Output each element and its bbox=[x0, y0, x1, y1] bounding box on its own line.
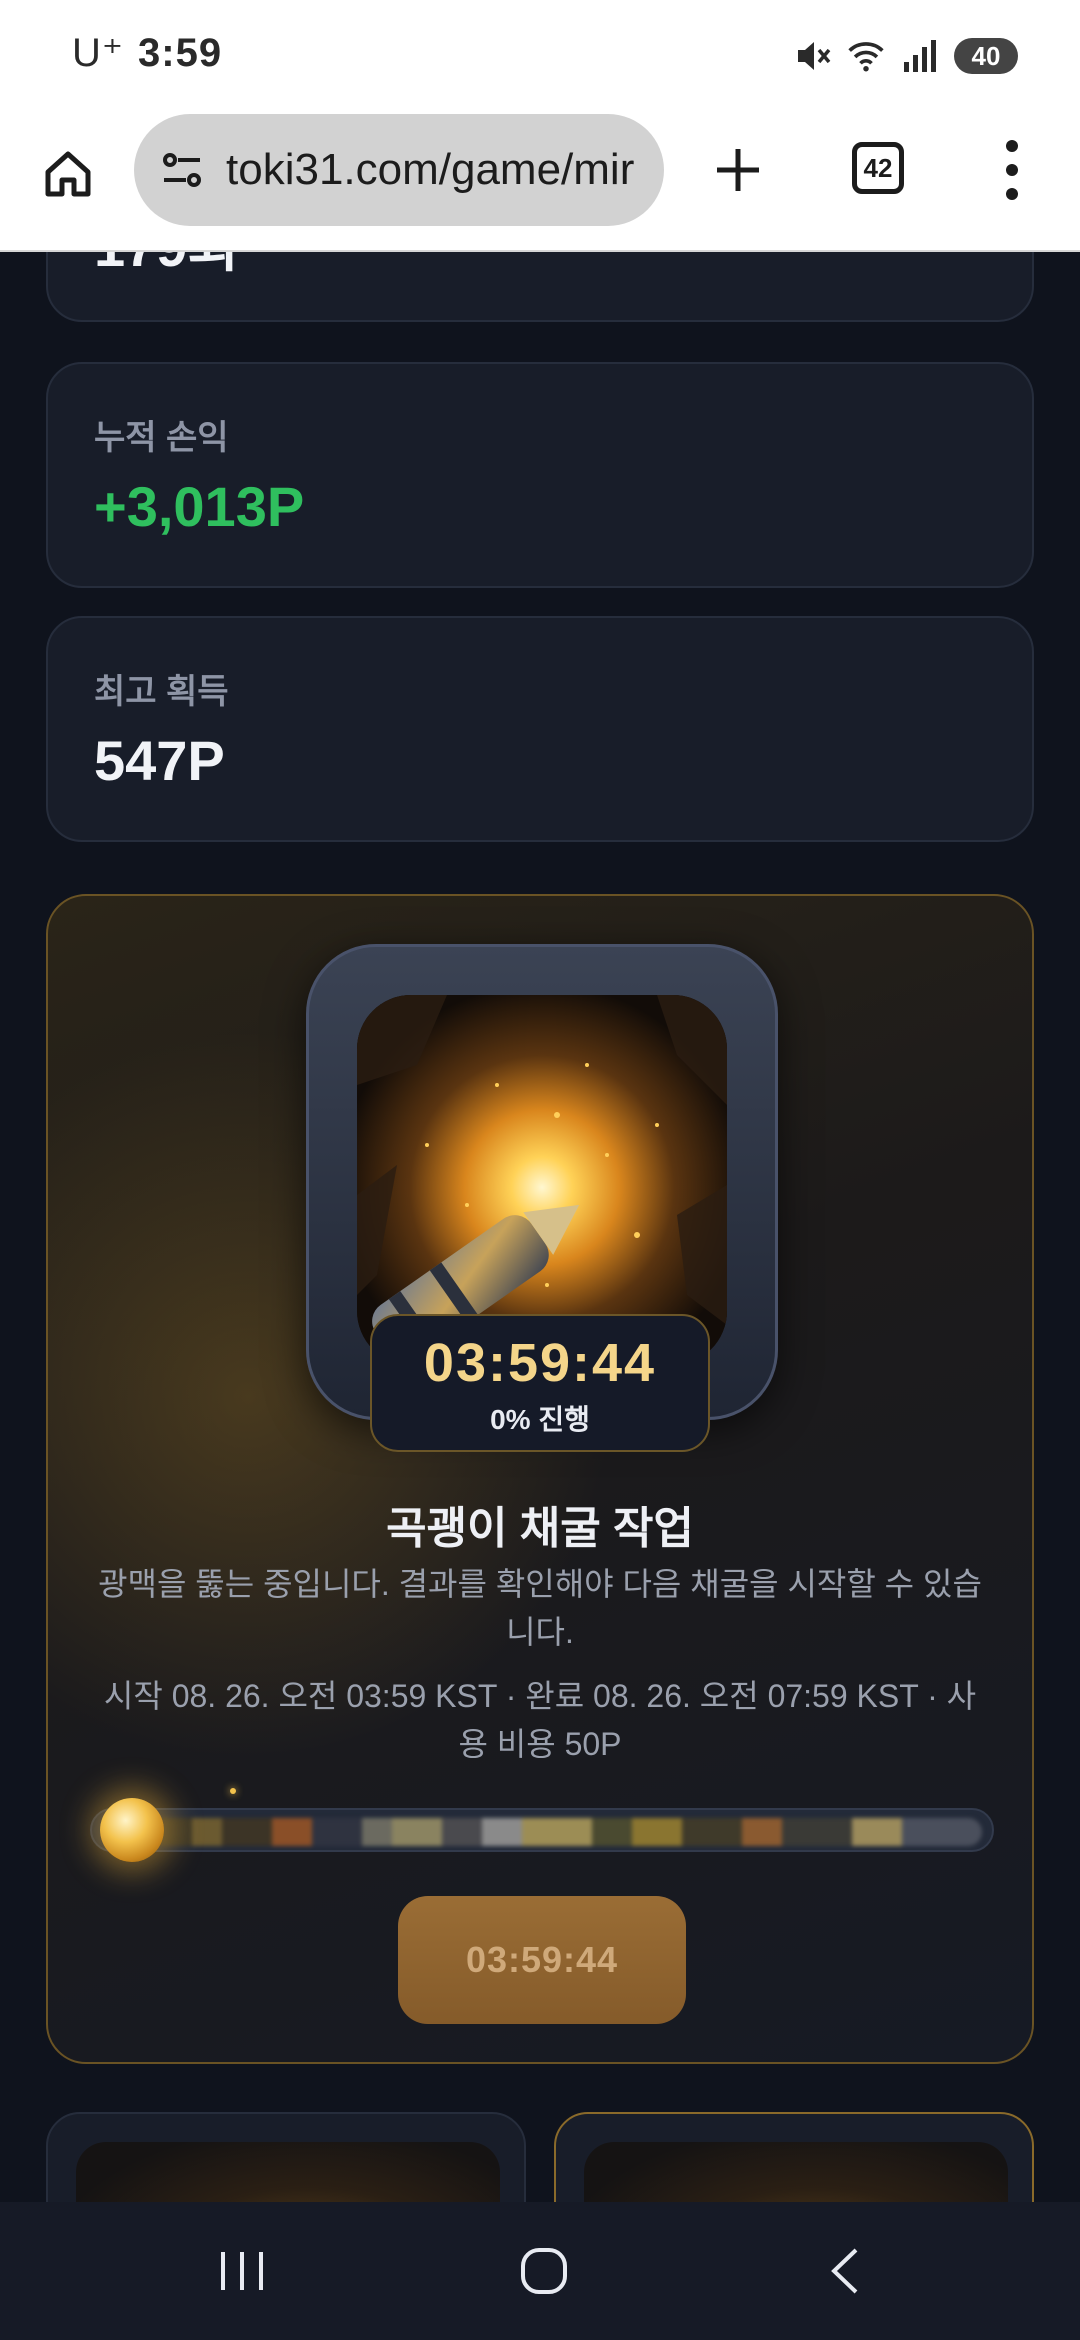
tool-card-2[interactable] bbox=[554, 2112, 1034, 2202]
mute-icon bbox=[792, 36, 832, 76]
remaining-timer: 03:59:44 bbox=[423, 1333, 657, 1393]
browser-toolbar: toki31.com/game/mir 42 bbox=[0, 112, 1080, 252]
site-settings-icon[interactable] bbox=[158, 146, 206, 194]
cumulative-profit-card: 누적 손익 +3,013P bbox=[46, 362, 1034, 588]
best-gain-label: 최고 획득 bbox=[94, 673, 229, 711]
tab-count: 42 bbox=[863, 152, 893, 183]
wifi-icon bbox=[846, 36, 886, 76]
progress-percent: 0% 진행 bbox=[490, 1404, 590, 1435]
mining-image bbox=[357, 995, 727, 1365]
url-text: toki31.com/game/mir bbox=[226, 145, 635, 194]
best-gain-card: 최고 획득 547P bbox=[46, 616, 1034, 842]
tab-switcher-icon[interactable]: 42 bbox=[852, 142, 904, 194]
cumulative-profit-label: 누적 손익 bbox=[94, 419, 229, 457]
mining-progress-bar bbox=[90, 1788, 994, 1862]
home-nav-icon[interactable] bbox=[504, 2236, 584, 2306]
new-tab-icon[interactable] bbox=[706, 138, 770, 202]
mining-description: 광맥을 뚫는 중입니다. 결과를 확인해야 다음 채굴을 시작할 수 있습니다. bbox=[98, 1566, 982, 1650]
status-bar: U⁺ 3:59 40 bbox=[0, 0, 1080, 112]
signal-icon bbox=[900, 36, 940, 76]
game-content: 179회 누적 손익 +3,013P 최고 획득 547P bbox=[0, 252, 1080, 2202]
recent-apps-icon[interactable] bbox=[202, 2236, 282, 2306]
tool-card-1-image bbox=[76, 2142, 500, 2202]
menu-icon[interactable] bbox=[1000, 140, 1024, 200]
tool-card-2-image bbox=[584, 2142, 1008, 2202]
play-count-card: 179회 bbox=[46, 252, 1034, 322]
mining-card: 03:59:44 0% 진행 곡괭이 채굴 작업 광맥을 뚫는 중입니다. 결과… bbox=[46, 894, 1034, 2064]
cumulative-profit-value: +3,013P bbox=[94, 475, 305, 538]
ore-strip bbox=[152, 1818, 982, 1846]
timer-panel: 03:59:44 0% 진행 bbox=[370, 1314, 710, 1452]
battery-icon: 40 bbox=[954, 38, 1018, 74]
spark-dot bbox=[230, 1788, 236, 1794]
carrier-label: U⁺ bbox=[72, 31, 124, 75]
back-icon[interactable] bbox=[806, 2236, 886, 2306]
progress-knob bbox=[100, 1798, 164, 1862]
mining-title: 곡괭이 채굴 작업 bbox=[386, 1504, 694, 1553]
status-icons: 40 bbox=[792, 36, 1018, 76]
system-nav-bar bbox=[0, 2202, 1080, 2340]
home-icon[interactable] bbox=[36, 142, 100, 206]
address-bar[interactable]: toki31.com/game/mir bbox=[134, 114, 664, 226]
best-gain-value: 547P bbox=[94, 729, 225, 792]
status-left: U⁺ 3:59 bbox=[72, 30, 222, 76]
tool-card-1[interactable] bbox=[46, 2112, 526, 2202]
mining-meta: 시작 08. 26. 오전 03:59 KST · 완료 08. 26. 오전 … bbox=[103, 1678, 977, 1762]
status-time: 3:59 bbox=[138, 31, 223, 75]
play-count-value: 179회 bbox=[94, 252, 239, 283]
claim-countdown-button[interactable]: 03:59:44 bbox=[398, 1896, 686, 2024]
